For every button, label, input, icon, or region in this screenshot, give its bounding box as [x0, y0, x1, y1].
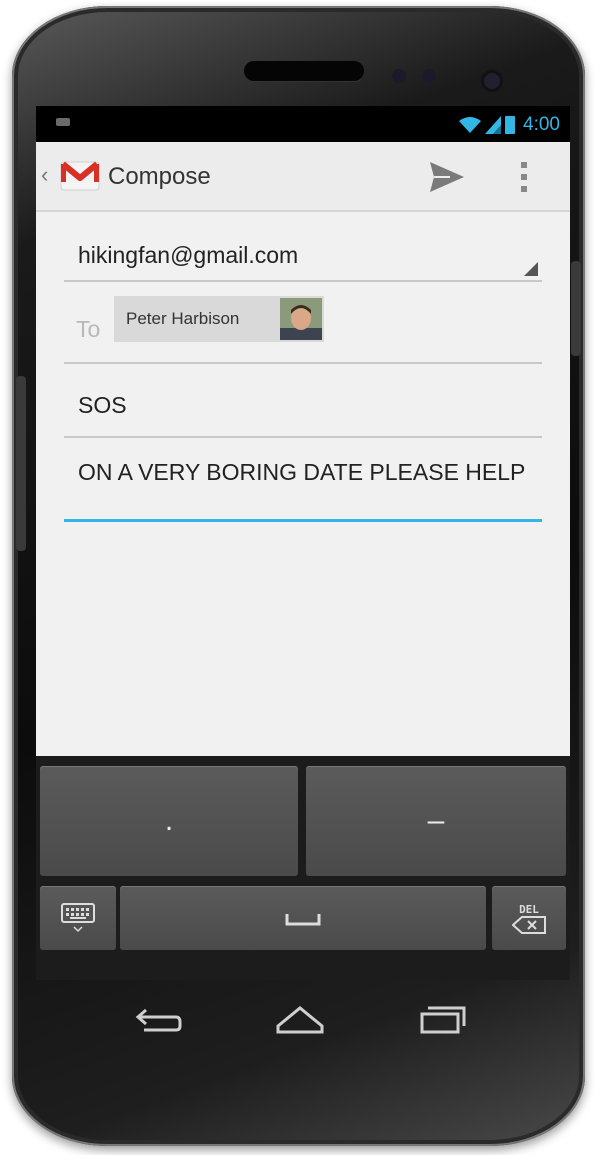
- volume-button[interactable]: [16, 376, 26, 551]
- screen: 4:00 ‹ Compose hikingfan@gmail.com To Pe…: [36, 106, 570, 980]
- light-sensor: [422, 69, 436, 83]
- space-bar-icon: [285, 914, 321, 926]
- signal-icon: [485, 116, 502, 134]
- subject-field[interactable]: SOS: [64, 376, 542, 438]
- divider: [64, 280, 542, 282]
- divider: [64, 362, 542, 364]
- home-icon[interactable]: [272, 1000, 328, 1040]
- from-address: hikingfan@gmail.com: [78, 242, 299, 268]
- key-period-label: .: [164, 804, 174, 837]
- keyboard-icon: [61, 903, 95, 933]
- status-bar: 4:00: [36, 106, 570, 142]
- recipient-name: Peter Harbison: [126, 309, 240, 328]
- power-button[interactable]: [571, 261, 581, 356]
- recipient-chip[interactable]: Peter Harbison: [114, 296, 324, 342]
- delete-key-label: DEL: [519, 902, 539, 916]
- to-label: To: [76, 316, 101, 342]
- key-period[interactable]: .: [40, 766, 298, 876]
- status-time: 4:00: [523, 114, 560, 135]
- overflow-menu-icon[interactable]: [520, 160, 528, 194]
- front-camera: [484, 73, 500, 89]
- keyboard: . – DEL: [36, 756, 570, 980]
- back-icon[interactable]: [132, 1000, 188, 1040]
- divider: [64, 436, 542, 438]
- keyboard-switch-button[interactable]: [40, 886, 116, 950]
- send-icon[interactable]: [430, 162, 464, 192]
- subject-text: SOS: [78, 392, 127, 418]
- to-field[interactable]: To Peter Harbison: [64, 290, 542, 364]
- message-body-field[interactable]: ON A VERY BORING DATE PLEASE HELP: [64, 450, 542, 522]
- earpiece-speaker: [244, 61, 364, 81]
- focus-underline: [64, 519, 542, 522]
- key-dash[interactable]: –: [306, 766, 566, 876]
- message-body-text: ON A VERY BORING DATE PLEASE HELP: [78, 459, 526, 485]
- recent-apps-icon[interactable]: [414, 1000, 470, 1040]
- space-key[interactable]: [120, 886, 486, 950]
- key-dash-label: –: [427, 804, 445, 837]
- dropdown-caret-icon: [524, 262, 538, 276]
- up-chevron-icon[interactable]: ‹: [41, 162, 48, 188]
- navigation-bar: [36, 980, 570, 1070]
- battery-icon: [505, 116, 516, 134]
- page-title: Compose: [108, 163, 211, 190]
- notification-icon: [56, 118, 70, 126]
- gmail-icon[interactable]: [58, 156, 102, 194]
- wifi-icon: [459, 117, 482, 133]
- avatar: [280, 298, 322, 340]
- proximity-sensor: [392, 69, 406, 83]
- backspace-icon: [512, 915, 546, 934]
- status-icons: 4:00: [459, 114, 560, 136]
- action-bar: ‹ Compose: [36, 142, 570, 212]
- delete-key[interactable]: DEL: [492, 886, 566, 950]
- from-account-selector[interactable]: hikingfan@gmail.com: [64, 232, 542, 282]
